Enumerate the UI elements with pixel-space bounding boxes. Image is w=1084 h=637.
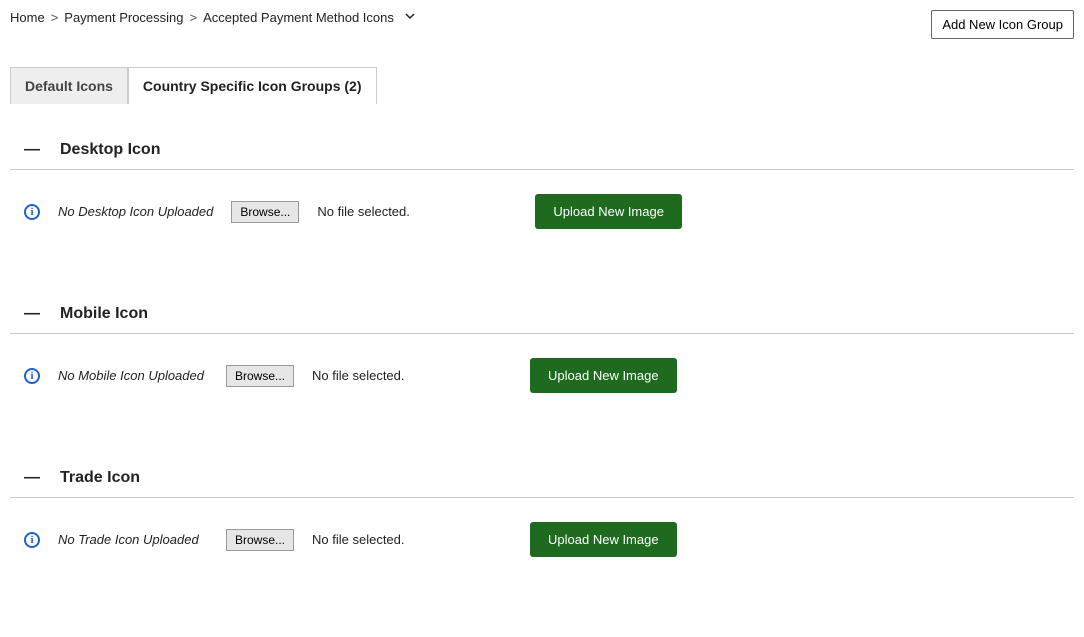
browse-button[interactable]: Browse... — [226, 529, 294, 551]
file-selected-status: No file selected. — [312, 532, 452, 547]
browse-button[interactable]: Browse... — [231, 201, 299, 223]
section-title: Trade Icon — [60, 469, 140, 487]
breadcrumb-payment[interactable]: Payment Processing — [64, 10, 183, 25]
chevron-down-icon[interactable] — [404, 10, 416, 25]
upload-status: No Trade Icon Uploaded — [58, 532, 208, 547]
section-title: Desktop Icon — [60, 141, 160, 159]
breadcrumb: Home > Payment Processing > Accepted Pay… — [10, 10, 416, 25]
breadcrumb-home[interactable]: Home — [10, 10, 45, 25]
collapse-icon[interactable]: — — [24, 469, 40, 487]
upload-new-image-button[interactable]: Upload New Image — [535, 194, 682, 229]
add-new-icon-group-button[interactable]: Add New Icon Group — [931, 10, 1074, 39]
file-selected-status: No file selected. — [317, 204, 457, 219]
tabs: Default Icons Country Specific Icon Grou… — [10, 67, 1074, 105]
upload-status: No Mobile Icon Uploaded — [58, 368, 208, 383]
info-icon[interactable]: i — [24, 368, 40, 384]
upload-new-image-button[interactable]: Upload New Image — [530, 522, 677, 557]
browse-button[interactable]: Browse... — [226, 365, 294, 387]
upload-status: No Desktop Icon Uploaded — [58, 204, 213, 219]
info-icon[interactable]: i — [24, 532, 40, 548]
file-selected-status: No file selected. — [312, 368, 452, 383]
breadcrumb-current[interactable]: Accepted Payment Method Icons — [203, 10, 394, 25]
section-desktop-icon: — Desktop Icon i No Desktop Icon Uploade… — [10, 135, 1074, 229]
collapse-icon[interactable]: — — [24, 141, 40, 159]
section-title: Mobile Icon — [60, 305, 148, 323]
section-mobile-icon: — Mobile Icon i No Mobile Icon Uploaded … — [10, 299, 1074, 393]
section-trade-icon: — Trade Icon i No Trade Icon Uploaded Br… — [10, 463, 1074, 557]
breadcrumb-sep-icon: > — [190, 10, 198, 25]
tab-country-specific[interactable]: Country Specific Icon Groups (2) — [128, 67, 377, 104]
collapse-icon[interactable]: — — [24, 305, 40, 323]
info-icon[interactable]: i — [24, 204, 40, 220]
tab-default-icons[interactable]: Default Icons — [10, 67, 128, 104]
breadcrumb-sep-icon: > — [51, 10, 59, 25]
upload-new-image-button[interactable]: Upload New Image — [530, 358, 677, 393]
